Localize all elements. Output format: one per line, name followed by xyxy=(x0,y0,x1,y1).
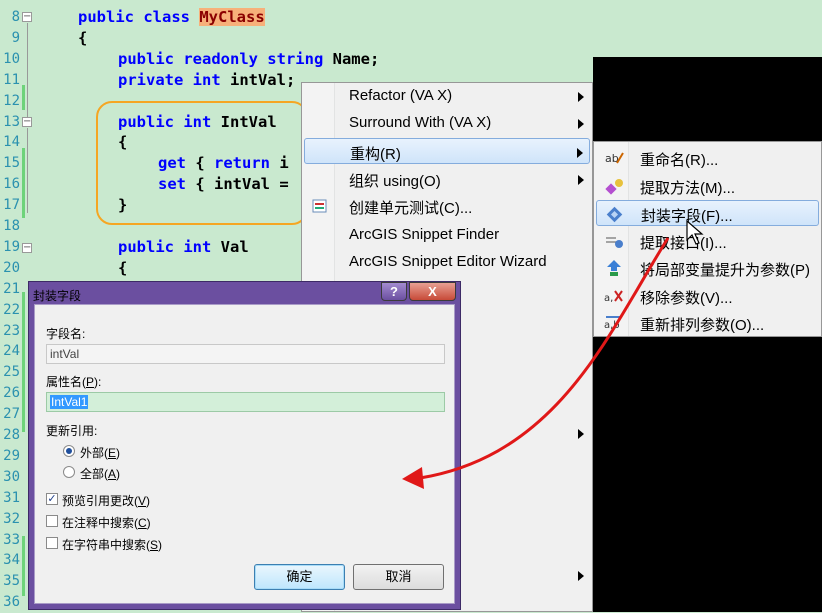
mouse-cursor-icon xyxy=(686,220,704,245)
annotation-arrow xyxy=(402,237,670,489)
